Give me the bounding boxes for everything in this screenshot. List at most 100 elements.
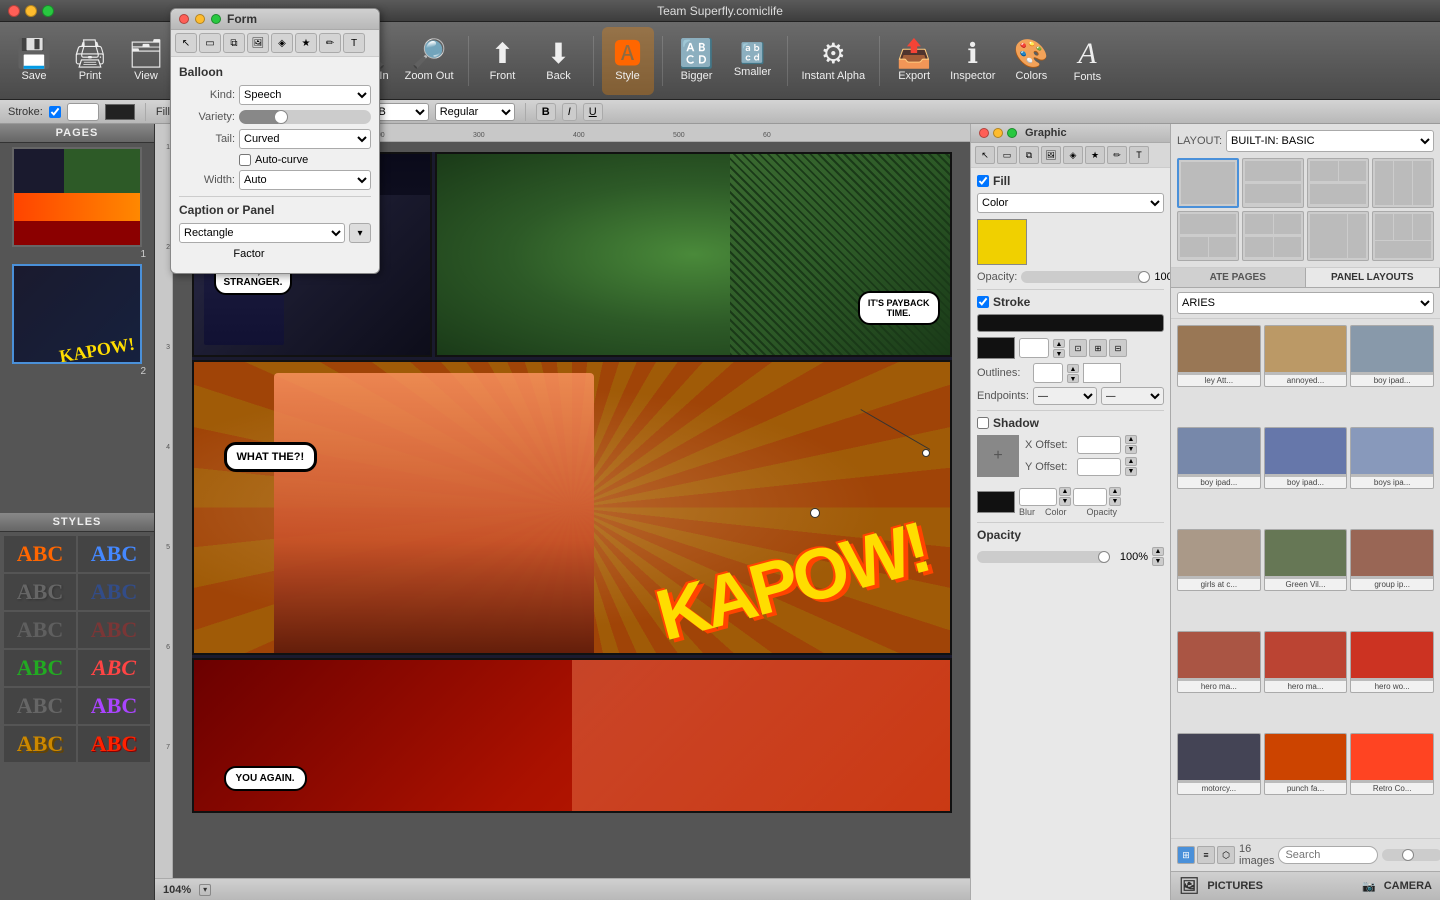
layout-thumb-7[interactable] bbox=[1307, 211, 1369, 261]
y-offset-input[interactable]: -5.00 bbox=[1077, 458, 1121, 476]
graphic-tool-8[interactable]: T bbox=[1129, 146, 1149, 164]
style-item-9[interactable]: ABC bbox=[4, 688, 76, 724]
selection-handle[interactable] bbox=[810, 508, 820, 518]
stroke-color-swatch[interactable] bbox=[977, 337, 1015, 359]
shadow-color-swatch-small[interactable] bbox=[977, 491, 1015, 513]
maximize-button[interactable] bbox=[42, 5, 54, 17]
style-item-12[interactable]: ABC bbox=[78, 726, 150, 762]
style-item-3[interactable]: ABC bbox=[4, 574, 76, 610]
layout-thumb-5[interactable] bbox=[1177, 211, 1239, 261]
graphic-min-btn[interactable] bbox=[993, 128, 1003, 138]
save-button[interactable]: 💾 Save bbox=[8, 27, 60, 95]
view-grid-btn[interactable]: ⊞ bbox=[1177, 846, 1195, 864]
graphic-tool-4[interactable]: 🖼 bbox=[1041, 146, 1061, 164]
outlines-up[interactable]: ▲ bbox=[1067, 364, 1079, 373]
x-up[interactable]: ▲ bbox=[1125, 435, 1137, 444]
layout-select[interactable]: BUILT-IN: BASIC bbox=[1226, 130, 1434, 152]
layout-thumb-1[interactable] bbox=[1177, 158, 1239, 208]
tail-select[interactable]: Curved bbox=[239, 129, 371, 149]
view-flow-btn[interactable]: ⬡ bbox=[1217, 846, 1235, 864]
img-item-1[interactable]: annoyed... bbox=[1264, 325, 1348, 387]
img-item-11[interactable]: hero wo... bbox=[1350, 631, 1434, 693]
layout-thumb-3[interactable] bbox=[1307, 158, 1369, 208]
fill-color-swatch-large[interactable] bbox=[977, 219, 1027, 265]
inspector-button[interactable]: ℹ Inspector bbox=[944, 27, 1001, 95]
panel-top-right[interactable]: IT'S PAYBACKTIME. bbox=[435, 152, 952, 357]
stroke-color-bar[interactable] bbox=[977, 314, 1164, 332]
minimize-button[interactable] bbox=[25, 5, 37, 17]
stroke-section-checkbox[interactable] bbox=[977, 296, 989, 308]
style-item-8[interactable]: ABC bbox=[78, 650, 150, 686]
img-item-5[interactable]: boys ipa... bbox=[1350, 427, 1434, 489]
sop-down[interactable]: ▼ bbox=[1109, 497, 1121, 506]
layout-thumb-4[interactable] bbox=[1372, 158, 1434, 208]
layout-thumb-8[interactable] bbox=[1372, 211, 1434, 261]
opacity-slider[interactable] bbox=[1021, 271, 1150, 283]
stroke-align-center[interactable]: ⊞ bbox=[1089, 339, 1107, 357]
img-item-14[interactable]: Retro Co... bbox=[1350, 733, 1434, 795]
opbig-down[interactable]: ▼ bbox=[1152, 557, 1164, 566]
view-list-btn[interactable]: ≡ bbox=[1197, 846, 1215, 864]
style-item-4[interactable]: ABC bbox=[78, 574, 150, 610]
auto-curve-checkbox[interactable] bbox=[239, 154, 251, 166]
layout-thumb-6[interactable] bbox=[1242, 211, 1304, 261]
shadow-swatch[interactable]: + bbox=[977, 435, 1019, 477]
size-slider[interactable] bbox=[1382, 849, 1440, 861]
print-button[interactable]: 🖨 Print bbox=[64, 27, 116, 95]
img-item-8[interactable]: group ip... bbox=[1350, 529, 1434, 591]
stroke-num-input[interactable]: 2 bbox=[1019, 338, 1049, 358]
graphic-tool-6[interactable]: ★ bbox=[1085, 146, 1105, 164]
stroke-align-outer[interactable]: ⊟ bbox=[1109, 339, 1127, 357]
colors-button[interactable]: 🎨 Colors bbox=[1005, 27, 1057, 95]
color-type-select[interactable]: Color bbox=[977, 193, 1164, 213]
font-style-select[interactable]: Regular bbox=[435, 103, 515, 121]
blur-down[interactable]: ▼ bbox=[1059, 497, 1071, 506]
page-thumb-2[interactable]: KAPOW! 2 bbox=[4, 264, 150, 377]
close-button[interactable] bbox=[8, 5, 20, 17]
y-down[interactable]: ▼ bbox=[1125, 467, 1137, 476]
img-item-7[interactable]: Green Vil... bbox=[1264, 529, 1348, 591]
endpoints-select-right[interactable]: — bbox=[1101, 387, 1165, 405]
selection-handle-2[interactable] bbox=[922, 449, 930, 457]
zoom-dropdown[interactable]: ▾ bbox=[199, 884, 211, 896]
stroke-value[interactable]: 2 pt bbox=[67, 103, 99, 121]
tab-panel-layouts[interactable]: PANEL LAYOUTS bbox=[1306, 268, 1440, 287]
stroke-color-swatch[interactable] bbox=[105, 104, 135, 120]
y-up[interactable]: ▲ bbox=[1125, 457, 1137, 466]
outlines-num[interactable]: 1 bbox=[1033, 363, 1063, 383]
img-item-4[interactable]: boy ipad... bbox=[1264, 427, 1348, 489]
panel-mid[interactable]: WHAT THE?! KAPOW! bbox=[192, 360, 952, 655]
back-button[interactable]: ⬇ Back bbox=[533, 27, 585, 95]
panel-bottom[interactable]: YOU AGAIN. bbox=[192, 658, 952, 813]
outlines-swatch[interactable] bbox=[1083, 363, 1121, 383]
style-item-6[interactable]: ABC bbox=[78, 612, 150, 648]
blur-input[interactable]: 5.00 bbox=[1019, 488, 1057, 506]
style-item-11[interactable]: ABC bbox=[4, 726, 76, 762]
stroke-align-inner[interactable]: ⊡ bbox=[1069, 339, 1087, 357]
shadow-opacity-input[interactable]: 75% bbox=[1073, 488, 1107, 506]
opacity-big-slider[interactable] bbox=[977, 551, 1110, 563]
bold-button[interactable]: B bbox=[536, 103, 556, 121]
style-item-5[interactable]: ABC bbox=[4, 612, 76, 648]
view-button[interactable]: 🗂 View bbox=[120, 27, 172, 95]
img-item-12[interactable]: motorcy... bbox=[1177, 733, 1261, 795]
tab-ate-pages[interactable]: ATE PAGES bbox=[1171, 268, 1306, 287]
style-item-10[interactable]: ABC bbox=[78, 688, 150, 724]
caption-select[interactable]: Rectangle bbox=[179, 223, 345, 243]
graphic-tool-1[interactable]: ↖ bbox=[975, 146, 995, 164]
style-item-1[interactable]: ABC bbox=[4, 536, 76, 572]
export-button[interactable]: 📤 Export bbox=[888, 27, 940, 95]
front-button[interactable]: ⬆ Front bbox=[477, 27, 529, 95]
instant-alpha-button[interactable]: ⚙ Instant Alpha bbox=[796, 27, 872, 95]
category-select[interactable]: ARIES bbox=[1177, 292, 1434, 314]
graphic-max-btn[interactable] bbox=[1007, 128, 1017, 138]
graphic-close-btn[interactable] bbox=[979, 128, 989, 138]
img-item-3[interactable]: boy ipad... bbox=[1177, 427, 1261, 489]
fonts-button[interactable]: A Fonts bbox=[1061, 27, 1113, 95]
stroke-down[interactable]: ▼ bbox=[1053, 349, 1065, 358]
graphic-tool-5[interactable]: ◈ bbox=[1063, 146, 1083, 164]
bigger-button[interactable]: 🔠 Bigger bbox=[671, 27, 723, 95]
graphic-tool-3[interactable]: ⧉ bbox=[1019, 146, 1039, 164]
page-thumb-1[interactable]: 1 bbox=[4, 147, 150, 260]
stroke-checkbox[interactable] bbox=[49, 106, 61, 118]
